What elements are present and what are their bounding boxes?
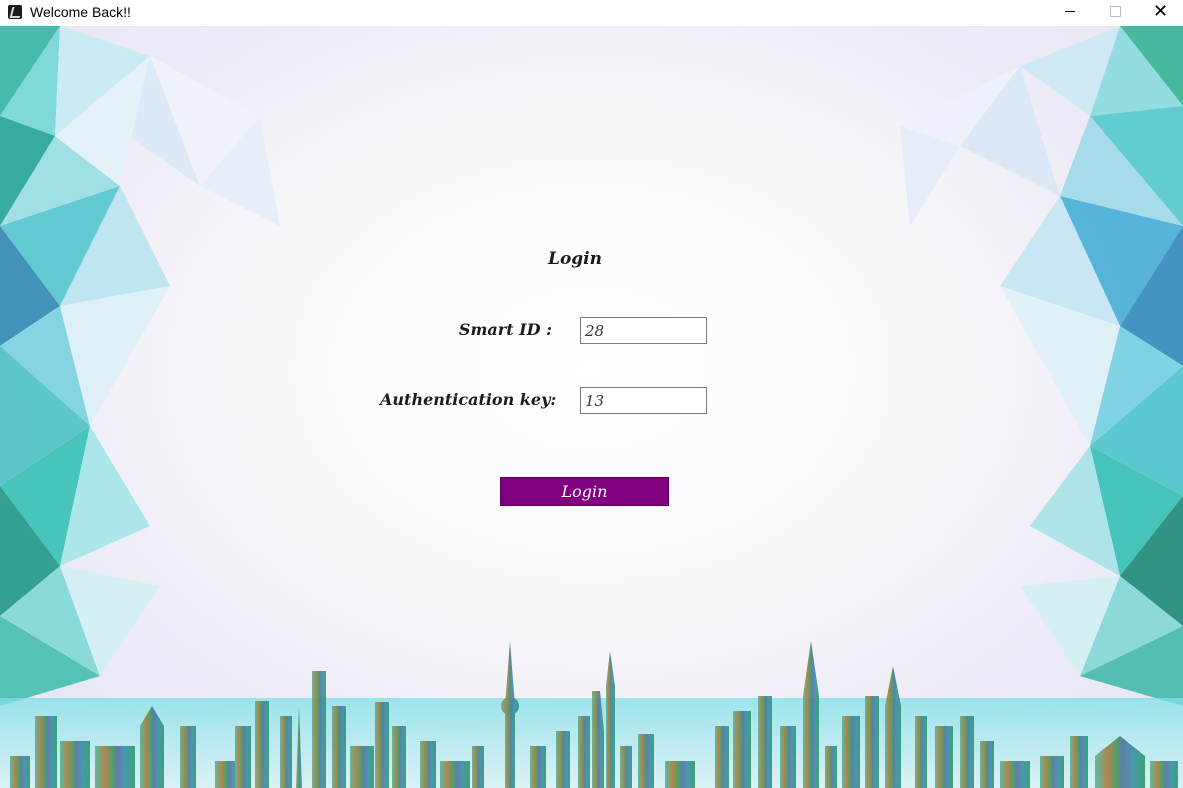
auth-key-label: Authentication key:	[380, 390, 557, 409]
left-crystal-decoration	[0, 26, 280, 706]
login-heading: Login	[548, 249, 602, 269]
app-icon	[8, 5, 23, 19]
auth-key-input[interactable]	[580, 387, 707, 414]
maximize-button[interactable]	[1092, 0, 1138, 26]
window-title: Welcome Back!!	[30, 4, 131, 20]
login-panel: Login Smart ID : Authentication key: Log…	[0, 26, 1183, 788]
right-crystal-decoration	[900, 26, 1183, 706]
smart-id-label: Smart ID :	[458, 320, 552, 339]
smart-id-input[interactable]	[580, 317, 707, 344]
login-button[interactable]: Login	[500, 477, 669, 506]
minimize-button[interactable]	[1047, 0, 1093, 26]
close-icon: ✕	[1153, 1, 1169, 22]
minimize-icon	[1065, 11, 1075, 12]
close-button[interactable]: ✕	[1137, 0, 1183, 26]
maximize-icon	[1110, 6, 1121, 17]
login-window: Welcome Back!! ✕ Login Smart ID: 28 Aut…	[0, 0, 1183, 788]
title-bar: Welcome Back!! ✕	[0, 0, 1183, 26]
